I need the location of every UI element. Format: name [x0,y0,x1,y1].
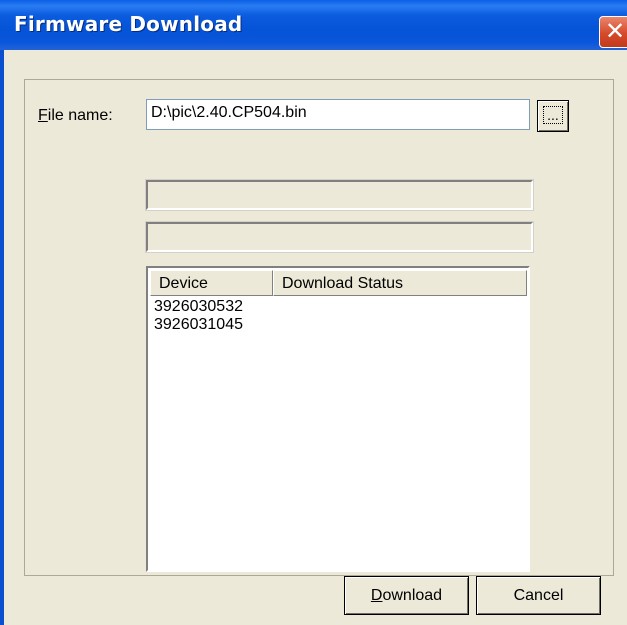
device-id: 3926030532 [154,298,243,315]
file-name-field[interactable]: D:\pic\2.40.CP504.bin [146,99,530,130]
window-title: Firmware Download [14,12,243,36]
column-header-device[interactable]: Device [150,270,273,296]
download-button-text: ownload [382,587,443,604]
download-button[interactable]: Download [344,576,469,615]
list-item[interactable]: 3926031045 [154,316,243,334]
file-name-label: File name: [38,107,113,125]
file-name-label-accelerator: F [38,107,48,124]
progress-bar-primary [145,179,534,211]
title-bar[interactable]: Firmware Download ✕ [0,0,627,50]
browse-button[interactable]: ... [537,100,569,132]
column-header-download-status[interactable]: Download Status [273,270,527,296]
download-button-accelerator: D [370,587,383,604]
file-name-label-text: ile name: [47,107,113,124]
device-list[interactable]: Device Download Status 3926030532 392603… [146,266,530,572]
list-item[interactable]: 3926030532 [154,298,243,316]
device-list-rows: 3926030532 3926031045 [154,298,243,334]
close-icon: ✕ [604,17,626,45]
device-list-header: Device Download Status [150,270,527,296]
browse-button-label: ... [543,106,563,124]
device-id: 3926031045 [154,316,243,333]
window-border [0,50,4,625]
cancel-button[interactable]: Cancel [476,576,601,615]
close-button[interactable]: ✕ [599,16,627,48]
progress-bar-secondary [145,221,534,253]
